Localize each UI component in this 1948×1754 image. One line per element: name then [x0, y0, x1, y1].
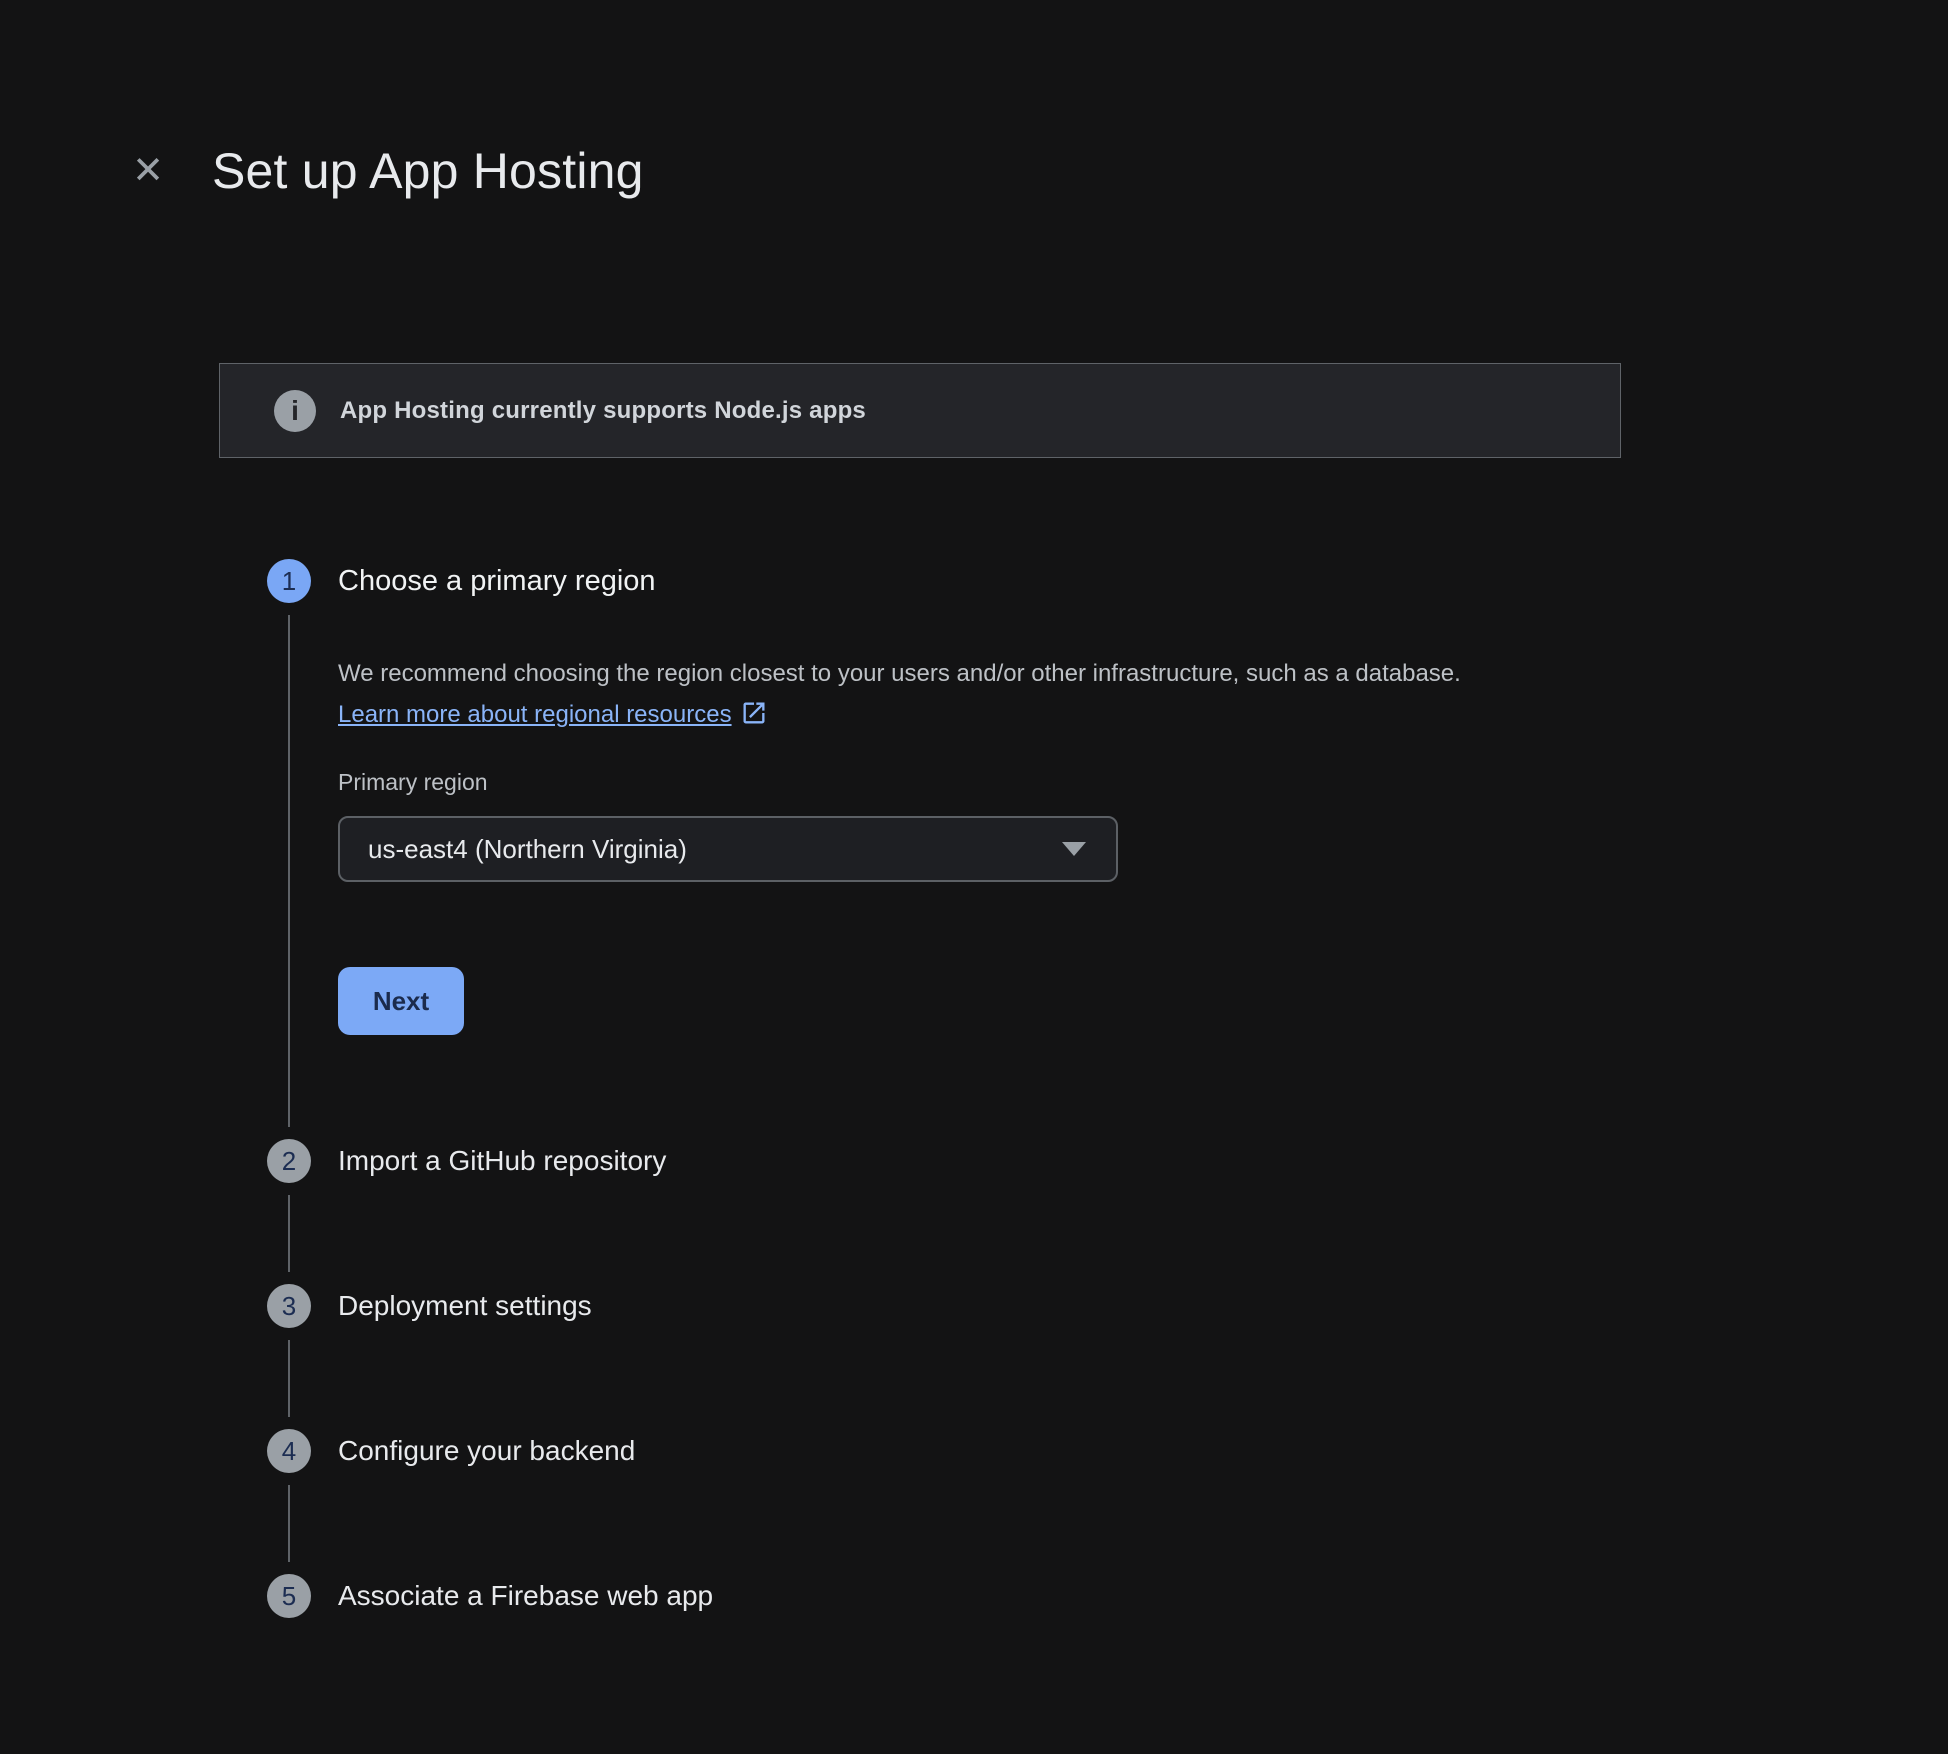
- step-4-number-badge: 4: [267, 1429, 311, 1473]
- step-2-rail: 2: [267, 1139, 311, 1284]
- step-choose-region: 1 Choose a primary region We recommend c…: [267, 559, 1687, 1139]
- close-icon[interactable]: ✕: [126, 149, 170, 193]
- step-2-body: Import a GitHub repository: [338, 1139, 1687, 1284]
- info-banner-text: App Hosting currently supports Node.js a…: [340, 397, 866, 425]
- step-1-number-badge: 1: [267, 559, 311, 603]
- step-2-label: Import a GitHub repository: [338, 1139, 1687, 1183]
- step-4-rail: 4: [267, 1429, 311, 1574]
- step-deployment-settings: 3 Deployment settings: [267, 1284, 1687, 1429]
- step-2-number-badge: 2: [267, 1139, 311, 1183]
- info-icon: i: [274, 390, 316, 432]
- page-title: Set up App Hosting: [212, 142, 644, 200]
- region-description-text: We recommend choosing the region closest…: [338, 660, 1461, 687]
- step-3-label: Deployment settings: [338, 1284, 1687, 1328]
- step-4-body: Configure your backend: [338, 1429, 1687, 1574]
- step-configure-backend: 4 Configure your backend: [267, 1429, 1687, 1574]
- step-3-rail: 3: [267, 1284, 311, 1429]
- info-banner: i App Hosting currently supports Node.js…: [219, 363, 1621, 458]
- step-associate-web-app: 5 Associate a Firebase web app: [267, 1574, 1687, 1618]
- step-import-github: 2 Import a GitHub repository: [267, 1139, 1687, 1284]
- step-1-rail: 1: [267, 559, 311, 1139]
- step-5-label: Associate a Firebase web app: [338, 1574, 1687, 1618]
- next-button[interactable]: Next: [338, 967, 464, 1035]
- step-connector-line: [288, 1340, 290, 1417]
- step-1-body: Choose a primary region We recommend cho…: [338, 559, 1687, 1139]
- primary-region-label: Primary region: [338, 768, 1687, 796]
- primary-region-select[interactable]: us-east4 (Northern Virginia): [338, 816, 1118, 882]
- step-5-body: Associate a Firebase web app: [338, 1574, 1687, 1618]
- step-5-rail: 5: [267, 1574, 311, 1618]
- step-connector-line: [288, 1485, 290, 1562]
- primary-region-select-value: us-east4 (Northern Virginia): [368, 834, 687, 865]
- step-connector-line: [288, 615, 290, 1127]
- title-bar: ✕ Set up App Hosting: [126, 142, 644, 200]
- learn-more-link-text: Learn more about regional resources: [338, 701, 732, 728]
- dropdown-arrow-icon: [1062, 842, 1086, 856]
- setup-app-hosting-page: { "header": { "title": "Set up App Hosti…: [0, 0, 1948, 1754]
- step-connector-line: [288, 1195, 290, 1272]
- step-3-number-badge: 3: [267, 1284, 311, 1328]
- learn-more-link[interactable]: Learn more about regional resources: [338, 701, 768, 728]
- step-5-number-badge: 5: [267, 1574, 311, 1618]
- step-1-heading: Choose a primary region: [338, 559, 1687, 603]
- step-3-body: Deployment settings: [338, 1284, 1687, 1429]
- setup-stepper: 1 Choose a primary region We recommend c…: [267, 559, 1687, 1618]
- region-description: We recommend choosing the region closest…: [338, 653, 1508, 735]
- step-4-label: Configure your backend: [338, 1429, 1687, 1473]
- open-in-new-icon: [740, 699, 768, 727]
